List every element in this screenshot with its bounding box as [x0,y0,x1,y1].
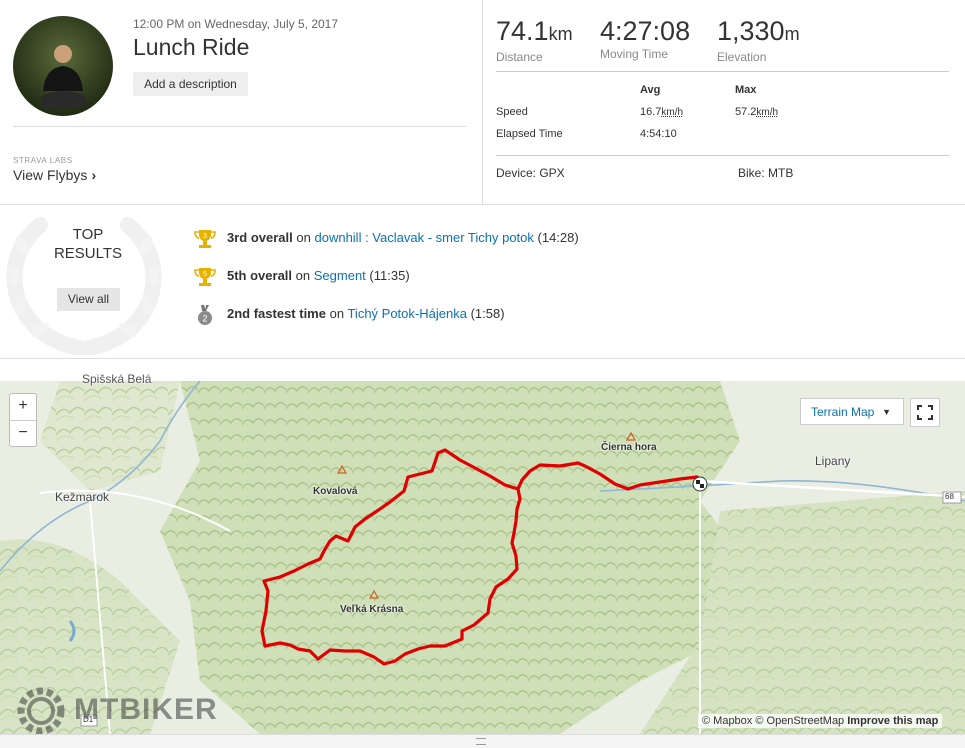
distance-label: Distance [496,50,543,64]
map-style-select[interactable]: Terrain Map ▼ [800,398,904,425]
achievement-on: on [296,230,311,245]
divider [0,358,965,359]
distance-value: 74.1 [496,16,549,46]
top-results-heading: TOP RESULTS [40,225,136,263]
speed-max: 57.2km/h [735,106,778,118]
silver-medal-icon: 2 [194,304,216,326]
speed-avg-value: 16.7 [640,106,662,118]
zoom-out-button[interactable]: − [10,420,36,447]
achievement-rank: 5th overall [227,268,293,283]
stat-elevation: 1,330m Elevation [717,14,800,64]
divider [13,126,466,127]
view-flybys-link[interactable]: View Flybys › [13,167,96,183]
segment-link[interactable]: Segment [314,268,366,283]
elapsed-time-value: 4:54:10 [640,128,677,140]
improve-map-link[interactable]: Improve this map [847,715,938,727]
device-info: Device: GPX [496,166,565,180]
achievement-item: 5 5th overall on Segment (11:35) [194,265,410,287]
route-map[interactable] [0,381,965,734]
gold-trophy-icon: 3 [194,228,216,250]
stat-distance: 74.1km Distance [496,14,573,64]
vertical-divider [482,0,483,204]
achievement-rank: 2nd fastest time [227,306,326,321]
chevron-right-icon: › [91,167,97,183]
svg-text:2: 2 [202,313,207,323]
gear-icon [17,687,65,735]
achievement-time: (14:28) [537,230,579,245]
elevation-value: 1,330 [717,16,785,46]
zoom-control: + − [9,393,37,447]
achievement-time: (11:35) [369,268,410,283]
achievement-on: on [295,268,311,283]
map-label: Lipany [815,454,851,468]
resize-handle[interactable] [0,734,965,748]
athlete-avatar[interactable] [13,16,113,116]
bike-info: Bike: MTB [738,166,794,180]
achievement-rank: 3rd overall [227,230,293,245]
moving-time-label: Moving Time [600,47,669,61]
distance-unit: km [548,24,573,44]
map-style-label: Terrain Map [811,405,875,419]
achievement-item: 2 2nd fastest time on Tichý Potok-Hájenk… [194,303,505,325]
segment-link[interactable]: downhill : Vaclavak - smer Tichy potok [314,230,533,245]
moving-time-value: 4:27:08 [600,16,691,46]
speed-avg: 16.7km/h [640,106,683,118]
road-number: 68 [945,492,954,501]
divider [496,155,949,156]
caret-down-icon: ▼ [882,407,891,417]
mapbox-credit[interactable]: © Mapbox [702,715,752,727]
watermark-text: MTBIKER [74,692,218,726]
elapsed-time-label: Elapsed Time [496,128,563,140]
speed-max-value: 57.2 [735,106,757,118]
top-results-line2: RESULTS [53,245,123,262]
strava-labs-label: STRAVA LABS [13,156,73,165]
osm-credit[interactable]: © OpenStreetMap [755,715,844,727]
map-attribution: © Mapbox © OpenStreetMap Improve this ma… [698,714,943,728]
map-label: Kovalová [313,486,358,497]
fullscreen-icon [917,405,933,420]
activity-datetime: 12:00 PM on Wednesday, July 5, 2017 [133,17,339,31]
achievement-time: (1:58) [470,306,505,321]
speed-unit: km/h [661,107,684,118]
map-label: Kežmarok [55,490,110,504]
elevation-unit: m [784,24,800,44]
col-max-header: Max [735,84,757,96]
map-label: Veľká Krásna [340,604,404,615]
elevation-label: Elevation [717,50,767,64]
zoom-in-button[interactable]: + [10,394,36,420]
speed-label: Speed [496,106,528,118]
activity-title: Lunch Ride [133,34,250,60]
svg-text:5: 5 [203,271,207,278]
fullscreen-button[interactable] [910,398,940,427]
mtbiker-watermark: MTBIKER [14,684,218,738]
stat-moving-time: 4:27:08 Moving Time [600,14,690,61]
gold-trophy-icon: 5 [194,266,216,288]
segment-link[interactable]: Tichý Potok-Hájenka [347,306,466,321]
view-flybys-label: View Flybys [13,167,88,183]
view-all-button[interactable]: View all [57,288,120,311]
speed-unit: km/h [756,107,779,118]
achievement-item: 3 3rd overall on downhill : Vaclavak - s… [194,227,579,249]
achievement-on: on [329,306,345,321]
add-description-button[interactable]: Add a description [133,72,248,96]
svg-text:3: 3 [203,233,207,240]
checkered-flag-icon [692,476,708,492]
col-avg-header: Avg [640,84,661,96]
grip-icon [476,738,486,745]
divider [496,71,949,72]
map-label: Čierna hora [601,442,657,453]
map-label: Spišská Belá [82,372,152,386]
top-results-line1: TOP [72,226,104,243]
